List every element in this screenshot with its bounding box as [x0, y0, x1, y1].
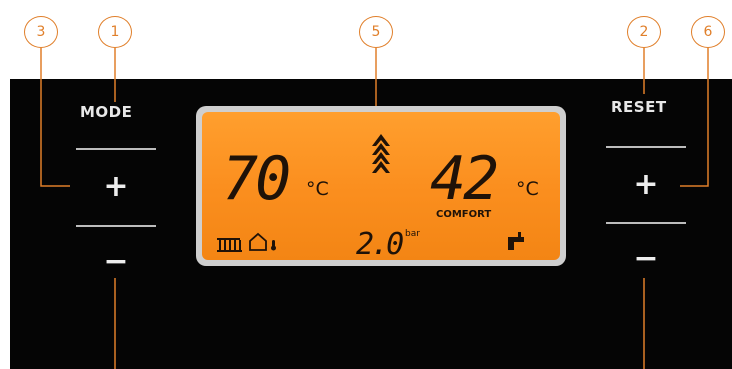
radiator-icon — [217, 238, 242, 252]
house-icon — [249, 232, 267, 251]
flame-icon — [372, 134, 390, 173]
lcd-icons — [217, 134, 524, 252]
tap-icon — [508, 232, 524, 250]
thermometer-icon — [271, 240, 276, 251]
